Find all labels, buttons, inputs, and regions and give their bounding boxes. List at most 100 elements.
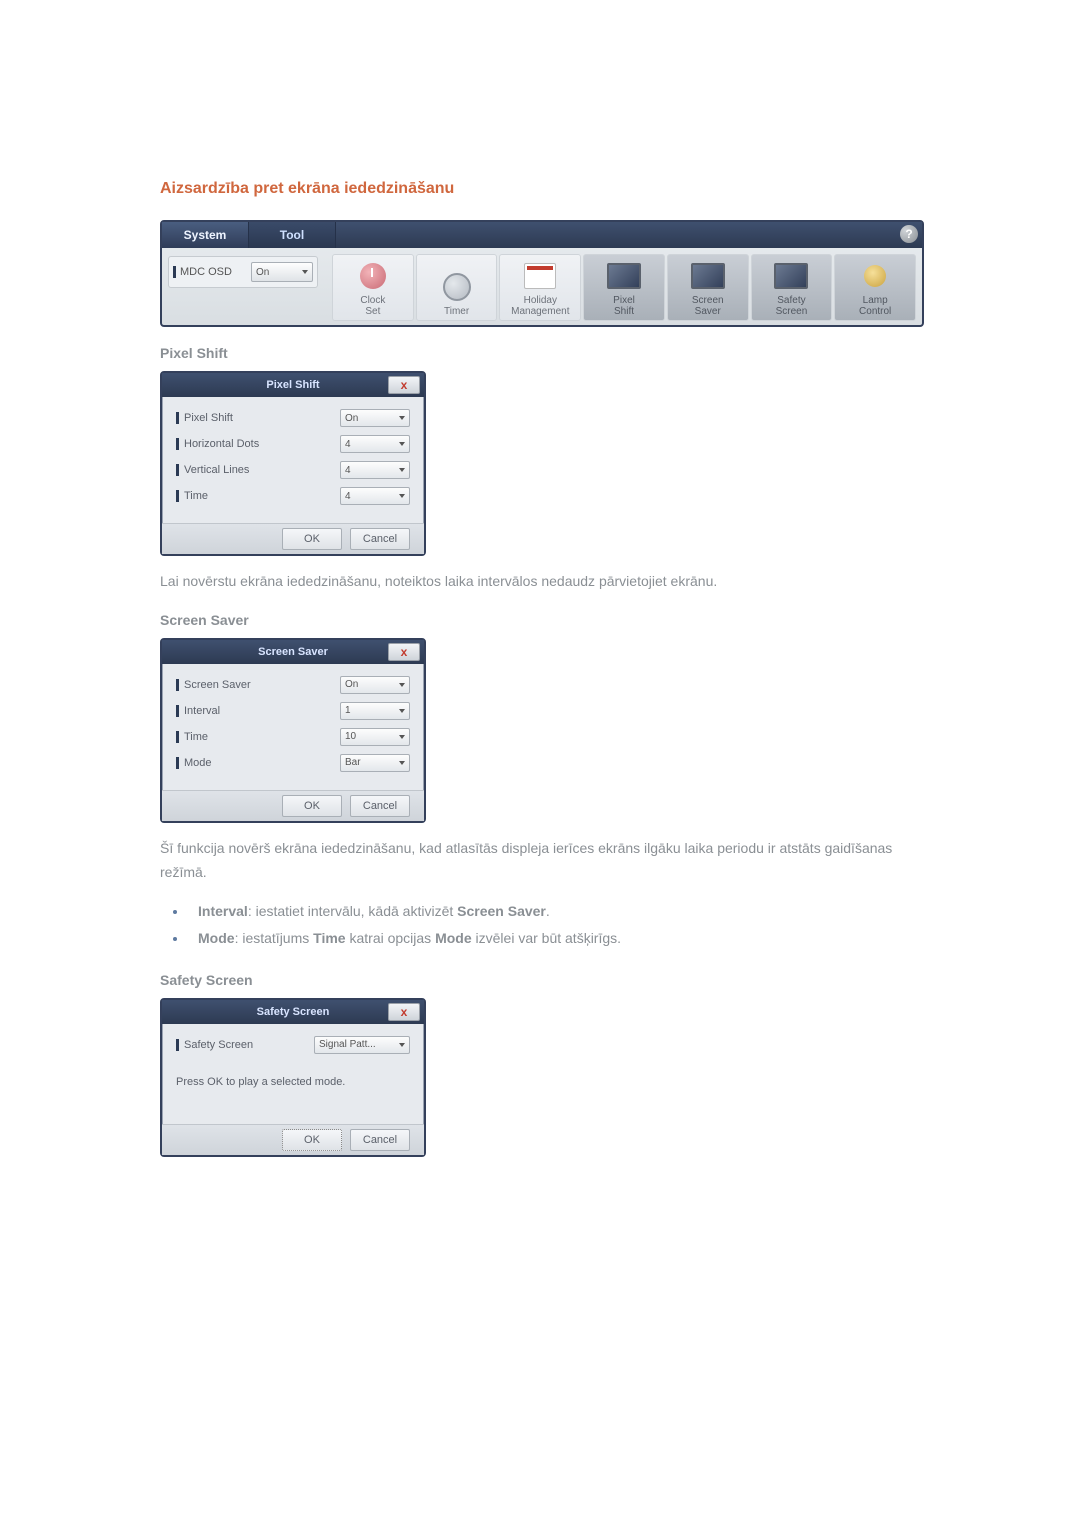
select-value: 10 [345, 731, 356, 742]
cancel-button[interactable]: Cancel [350, 795, 410, 817]
chevron-down-icon [399, 735, 405, 739]
safety-screen-heading: Safety Screen [160, 972, 930, 988]
toolbar-item-label: Timer [444, 306, 469, 317]
dialog-title: Pixel Shift x [162, 373, 424, 397]
toolbar-item-pixel-shift[interactable]: Pixel Shift [583, 254, 665, 321]
bullet-strong: Interval [198, 903, 248, 919]
bullet-text: : iestatiet intervālu, kādā aktivizēt [248, 903, 457, 919]
row-label: Time [176, 731, 208, 743]
row-interval: Interval 1 [176, 702, 410, 720]
help-icon[interactable]: ? [900, 225, 918, 243]
chevron-down-icon [399, 468, 405, 472]
row-horizontal-dots: Horizontal Dots 4 [176, 435, 410, 453]
ok-button[interactable]: OK [282, 1129, 342, 1151]
toolbar-tabstrip: System Tool ? [162, 222, 922, 248]
select-value: 4 [345, 491, 351, 502]
ok-button[interactable]: OK [282, 795, 342, 817]
screen-saver-select[interactable]: On [340, 676, 410, 694]
interval-select[interactable]: 1 [340, 702, 410, 720]
row-label: Horizontal Dots [176, 438, 259, 450]
time-select[interactable]: 10 [340, 728, 410, 746]
dialog-body: Safety Screen Signal Patt... Press OK to… [162, 1024, 424, 1124]
bullet-strong: Mode [435, 930, 472, 946]
cancel-button[interactable]: Cancel [350, 1129, 410, 1151]
bullet-text: : iestatījums [235, 930, 314, 946]
toolbar-items: Clock Set Timer Holiday Management Pixel… [332, 254, 916, 321]
close-icon: x [401, 1006, 408, 1018]
calendar-icon [523, 260, 557, 292]
screen-saver-bullets: Interval: iestatiet intervālu, kādā akti… [160, 898, 930, 951]
horizontal-dots-select[interactable]: 4 [340, 435, 410, 453]
close-button[interactable]: x [388, 1003, 420, 1021]
safety-screen-select[interactable]: Signal Patt... [314, 1036, 410, 1054]
screen-saver-icon [691, 260, 725, 292]
dialog-title-text: Safety Screen [257, 1006, 330, 1018]
bullet-text: izvēlei var būt atšķirīgs. [472, 930, 621, 946]
toolbar-item-timer[interactable]: Timer [416, 254, 498, 321]
screen-saver-dialog: Screen Saver x Screen Saver On Interval … [160, 638, 426, 823]
safety-screen-instruction: Press OK to play a selected mode. [176, 1076, 410, 1088]
toolbar-item-holiday[interactable]: Holiday Management [499, 254, 581, 321]
toolbar-item-clock-set[interactable]: Clock Set [332, 254, 414, 321]
select-value: On [345, 679, 358, 690]
bullet-mode: Mode: iestatījums Time katrai opcijas Mo… [188, 925, 930, 952]
row-pixel-shift: Pixel Shift On [176, 409, 410, 427]
row-label: Screen Saver [176, 679, 251, 691]
bullet-strong: Screen Saver [457, 903, 546, 919]
cancel-button[interactable]: Cancel [350, 528, 410, 550]
row-label: Safety Screen [176, 1039, 253, 1051]
toolbar-item-label: Lamp Control [859, 295, 891, 317]
row-label: Pixel Shift [176, 412, 233, 424]
row-label: Interval [176, 705, 220, 717]
select-value: 4 [345, 465, 351, 476]
screen-saver-description: Šī funkcija novērš ekrāna iededzināšanu,… [160, 837, 930, 885]
toolbar-item-label: Safety Screen [776, 295, 808, 317]
toolbar-item-label: Screen Saver [692, 295, 724, 317]
dialog-title-text: Screen Saver [258, 646, 328, 658]
chevron-down-icon [399, 442, 405, 446]
bullet-strong: Time [313, 930, 345, 946]
chevron-down-icon [399, 683, 405, 687]
row-safety-screen: Safety Screen Signal Patt... [176, 1036, 410, 1054]
time-select[interactable]: 4 [340, 487, 410, 505]
vertical-lines-select[interactable]: 4 [340, 461, 410, 479]
toolbar-item-safety-screen[interactable]: Safety Screen [751, 254, 833, 321]
pixel-shift-icon [607, 260, 641, 292]
select-value: Signal Patt... [319, 1039, 376, 1050]
dialog-footer: OK Cancel [162, 790, 424, 821]
bullet-interval: Interval: iestatiet intervālu, kādā akti… [188, 898, 930, 925]
toolbar-panel: System Tool ? MDC OSD On Clock Set [160, 220, 924, 327]
tab-system[interactable]: System [162, 222, 249, 248]
ok-button[interactable]: OK [282, 528, 342, 550]
row-mode: Mode Bar [176, 754, 410, 772]
close-icon: x [401, 646, 408, 658]
bullet-strong: Mode [198, 930, 235, 946]
mdc-osd-select[interactable]: On [251, 262, 313, 282]
bullet-text: katrai opcijas [346, 930, 435, 946]
select-value: Bar [345, 757, 361, 768]
chevron-down-icon [399, 709, 405, 713]
chevron-down-icon [399, 761, 405, 765]
select-value: 4 [345, 439, 351, 450]
pixel-shift-dialog: Pixel Shift x Pixel Shift On Horizontal … [160, 371, 426, 556]
mdc-osd-block: MDC OSD On [168, 256, 318, 288]
chevron-down-icon [399, 494, 405, 498]
mdc-osd-label: MDC OSD [173, 266, 251, 278]
row-label: Time [176, 490, 208, 502]
row-screen-saver: Screen Saver On [176, 676, 410, 694]
toolbar-body: MDC OSD On Clock Set Timer [162, 248, 922, 325]
bullet-text: . [546, 903, 550, 919]
tab-tool[interactable]: Tool [249, 222, 336, 248]
close-button[interactable]: x [388, 376, 420, 394]
row-time: Time 10 [176, 728, 410, 746]
chevron-down-icon [399, 1043, 405, 1047]
chevron-down-icon [302, 270, 308, 274]
toolbar-item-screen-saver[interactable]: Screen Saver [667, 254, 749, 321]
mode-select[interactable]: Bar [340, 754, 410, 772]
select-value: 1 [345, 705, 351, 716]
close-button[interactable]: x [388, 643, 420, 661]
pixel-shift-select[interactable]: On [340, 409, 410, 427]
toolbar-item-lamp-control[interactable]: Lamp Control [834, 254, 916, 321]
clock-icon [356, 260, 390, 292]
dialog-footer: OK Cancel [162, 1124, 424, 1155]
